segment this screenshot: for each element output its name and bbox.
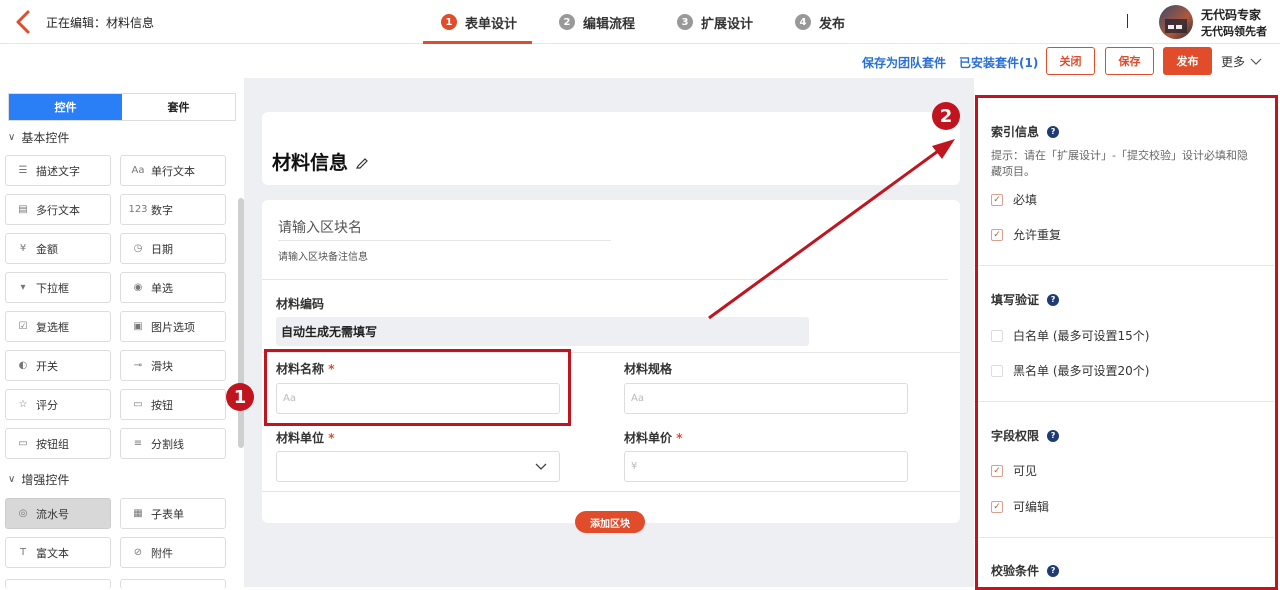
annotation-arrow [708,139,955,320]
arrow-head-icon [932,139,955,159]
